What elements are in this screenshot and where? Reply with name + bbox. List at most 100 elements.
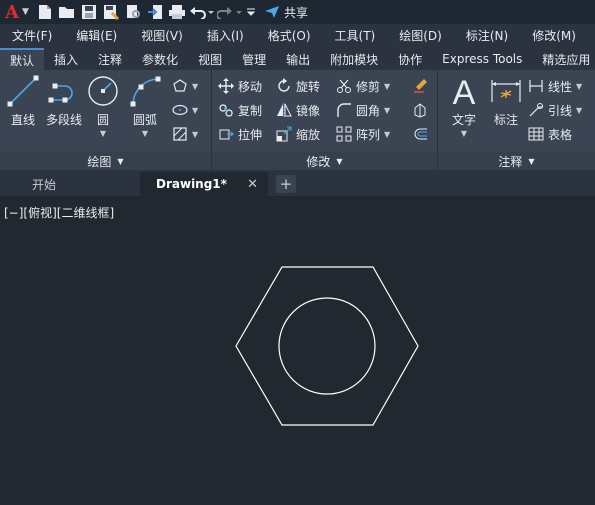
arc-dropdown-icon[interactable]: ▼ bbox=[142, 129, 148, 138]
new-icon[interactable] bbox=[34, 1, 56, 23]
circle-button[interactable]: 圆 ▼ bbox=[86, 74, 120, 138]
annotation-panel-title[interactable]: 注释 ▼ bbox=[438, 152, 595, 170]
tab-output[interactable]: 输出 bbox=[276, 48, 320, 70]
tab-featured-apps[interactable]: 精选应用 bbox=[532, 48, 595, 70]
share-button[interactable]: 共享 bbox=[264, 4, 308, 21]
scale-button[interactable]: 缩放 bbox=[276, 124, 320, 144]
share-label: 共享 bbox=[284, 5, 309, 20]
plot-preview-icon[interactable] bbox=[122, 1, 144, 23]
chevron-down-icon: ▼ bbox=[192, 105, 199, 115]
copy-label: 复制 bbox=[238, 103, 263, 118]
tab-addins[interactable]: 附加模块 bbox=[320, 48, 388, 70]
app-menu-button[interactable]: A ▼ bbox=[0, 0, 34, 24]
chevron-down-icon: ▼ bbox=[576, 105, 583, 115]
trim-button[interactable]: 修剪 ▼ bbox=[336, 76, 390, 96]
explode-button[interactable] bbox=[412, 100, 428, 120]
line-button[interactable]: 直线 bbox=[6, 74, 40, 128]
table-button[interactable]: 表格 bbox=[528, 124, 572, 144]
circle-dropdown-icon[interactable]: ▼ bbox=[100, 129, 106, 138]
ellipse-button[interactable]: ▼ bbox=[172, 100, 198, 120]
hatch-button[interactable]: ▼ bbox=[172, 124, 198, 144]
document-tabs: 开始 Drawing1* ✕ + bbox=[0, 170, 595, 196]
array-label: 阵列 bbox=[356, 127, 381, 142]
tab-collaborate[interactable]: 协作 bbox=[388, 48, 432, 70]
array-icon bbox=[336, 126, 352, 142]
plus-icon: + bbox=[279, 175, 293, 193]
undo-icon[interactable] bbox=[188, 1, 216, 23]
save-icon[interactable] bbox=[78, 1, 100, 23]
menu-draw[interactable]: 绘图(D) bbox=[385, 27, 452, 44]
tab-start-label: 开始 bbox=[32, 177, 57, 192]
offset-icon bbox=[414, 128, 427, 140]
tab-start[interactable]: 开始 bbox=[14, 172, 134, 196]
text-button[interactable]: A 文字 ▼ bbox=[448, 74, 480, 138]
text-dropdown-icon[interactable]: ▼ bbox=[461, 129, 467, 138]
drawing-area bbox=[235, 266, 419, 426]
menu-file[interactable]: 文件(F) bbox=[0, 27, 62, 44]
open-icon[interactable] bbox=[56, 1, 78, 23]
text-label: 文字 bbox=[451, 113, 476, 127]
svg-text:A: A bbox=[453, 74, 476, 108]
new-tab-button[interactable]: + bbox=[276, 175, 296, 193]
tab-default[interactable]: 默认 bbox=[0, 48, 45, 70]
stretch-button[interactable]: 拉伸 bbox=[218, 124, 262, 144]
linear-button[interactable]: 线性 ▼ bbox=[528, 76, 582, 96]
menu-parametric[interactable]: 参 bbox=[586, 27, 595, 44]
draw-panel-title[interactable]: 绘图 ▼ bbox=[0, 152, 211, 170]
mirror-button[interactable]: 镜像 bbox=[276, 100, 320, 120]
erase-icon bbox=[414, 79, 427, 93]
menu-dimension[interactable]: 标注(N) bbox=[452, 27, 518, 44]
copy-button[interactable]: 复制 bbox=[218, 100, 262, 120]
chevron-down-icon: ▼ bbox=[117, 156, 124, 166]
dimension-icon bbox=[491, 80, 521, 102]
tab-manage[interactable]: 管理 bbox=[232, 48, 276, 70]
menu-tools[interactable]: 工具(T) bbox=[321, 27, 386, 44]
move-button[interactable]: 移动 bbox=[218, 76, 262, 96]
rotate-icon bbox=[278, 78, 290, 92]
line-label: 直线 bbox=[10, 113, 35, 127]
close-icon[interactable]: ✕ bbox=[247, 177, 258, 192]
tab-insert[interactable]: 插入 bbox=[44, 48, 88, 70]
circle-shape[interactable] bbox=[278, 297, 376, 395]
tab-drawing1[interactable]: Drawing1* ✕ bbox=[140, 172, 268, 196]
saveas-icon[interactable] bbox=[100, 1, 122, 23]
customize-dropdown-icon[interactable] bbox=[244, 1, 258, 23]
hexagon-shape[interactable] bbox=[235, 266, 419, 426]
autocad-logo: A bbox=[5, 1, 20, 23]
dimension-button[interactable]: 标注 bbox=[488, 74, 524, 128]
redo-icon[interactable] bbox=[216, 1, 244, 23]
tab-view[interactable]: 视图 bbox=[188, 48, 232, 70]
modify-panel: 移动 旋转 修剪 ▼ 复制 镜像 圆角 ▼ 拉伸 缩放 阵列 ▼ 修改 ▼ bbox=[212, 70, 438, 170]
hatch-icon bbox=[173, 127, 187, 141]
linear-dimension-icon bbox=[529, 80, 543, 92]
polyline-button[interactable]: 多段线 bbox=[44, 74, 84, 128]
array-button[interactable]: 阵列 ▼ bbox=[336, 124, 390, 144]
tab-parametric[interactable]: 参数化 bbox=[132, 48, 188, 70]
chevron-down-icon: ▼ bbox=[22, 7, 29, 17]
rotate-button[interactable]: 旋转 bbox=[276, 76, 320, 96]
copy-icon bbox=[219, 104, 233, 117]
leader-button[interactable]: 引线 ▼ bbox=[528, 100, 582, 120]
menu-insert[interactable]: 插入(I) bbox=[193, 27, 254, 44]
trim-icon bbox=[337, 79, 351, 93]
modify-panel-title[interactable]: 修改 ▼ bbox=[212, 152, 437, 170]
tab-annotate[interactable]: 注释 bbox=[88, 48, 132, 70]
erase-button[interactable] bbox=[412, 76, 428, 96]
tab-express-tools[interactable]: Express Tools bbox=[432, 48, 532, 70]
menu-edit[interactable]: 编辑(E) bbox=[62, 27, 127, 44]
offset-button[interactable] bbox=[412, 124, 428, 144]
polygon-button[interactable]: ▼ bbox=[172, 76, 198, 96]
menu-modify[interactable]: 修改(M) bbox=[518, 27, 586, 44]
rotate-label: 旋转 bbox=[296, 79, 321, 94]
export-icon[interactable] bbox=[144, 1, 166, 23]
print-icon[interactable] bbox=[166, 1, 188, 23]
chevron-down-icon: ▼ bbox=[384, 129, 391, 139]
arc-button[interactable]: 圆弧 ▼ bbox=[128, 74, 162, 138]
chevron-down-icon: ▼ bbox=[384, 81, 391, 91]
menu-format[interactable]: 格式(O) bbox=[254, 27, 321, 44]
drawing-canvas[interactable]: [−][俯视][二维线框] bbox=[0, 196, 595, 505]
draw-panel: 直线 多段线 圆 ▼ 圆弧 ▼ ▼ ▼ ▼ 绘图 ▼ bbox=[0, 70, 212, 170]
fillet-icon bbox=[337, 103, 351, 117]
fillet-button[interactable]: 圆角 ▼ bbox=[336, 100, 390, 120]
menu-view[interactable]: 视图(V) bbox=[127, 27, 193, 44]
